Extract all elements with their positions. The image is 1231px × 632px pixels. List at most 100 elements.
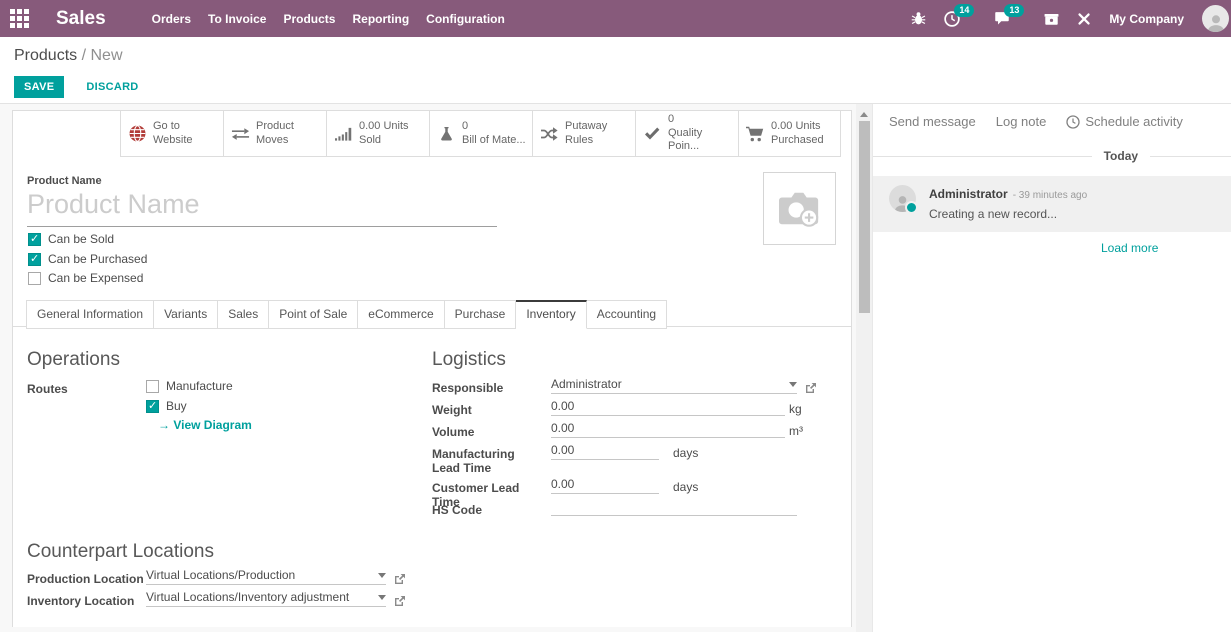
form-view-area: Go toWebsite ProductMoves 0.00 UnitsSold… [0,104,872,632]
company-switcher[interactable]: My Company [1109,12,1184,26]
message-author[interactable]: Administrator [929,187,1008,201]
responsible-select[interactable]: Administrator [551,377,797,394]
manufacturing-lead-time-input[interactable] [551,443,659,460]
checkbox-icon[interactable] [28,233,41,246]
menu-products[interactable]: Products [281,9,337,29]
can-be-expensed-checkbox[interactable]: Can be Expensed [28,271,143,285]
scrollbar-thumb[interactable] [859,121,870,313]
message-body: Creating a new record... [929,207,1087,221]
inventory-location-label: Inventory Location [27,594,145,608]
menu-to-invoice[interactable]: To Invoice [206,9,268,29]
load-more-link[interactable]: Load more [1101,241,1158,255]
user-avatar[interactable] [1202,5,1229,32]
menu-reporting[interactable]: Reporting [350,9,411,29]
bill-of-materials-button[interactable]: 0Bill of Mate... [429,111,532,157]
external-link-icon[interactable] [394,595,406,607]
units-purchased-button[interactable]: 0.00 UnitsPurchased [738,111,841,157]
hs-code-field [551,499,797,516]
messages-count-badge: 13 [1004,4,1024,17]
tab-ecommerce[interactable]: eCommerce [358,300,444,329]
manufacturing-lead-time-label: Manufacturing Lead Time [432,447,544,476]
breadcrumb: Products / New [14,47,123,65]
view-diagram-link[interactable]: View Diagram [158,418,252,432]
apps-menu-icon[interactable] [10,9,29,28]
messages-icon[interactable]: 13 [994,11,1010,26]
tab-point-of-sale[interactable]: Point of Sale [269,300,358,329]
flask-icon [436,126,456,141]
hs-code-input[interactable] [551,499,797,516]
product-name-input[interactable] [27,189,497,227]
tab-sales[interactable]: Sales [218,300,269,329]
send-message-button[interactable]: Send message [889,114,976,129]
external-link-icon[interactable] [394,573,406,585]
message-timestamp: - 39 minutes ago [1013,190,1088,201]
notebook-tabs: General Information Variants Sales Point… [26,300,667,329]
vertical-scrollbar[interactable] [856,104,872,632]
customer-lead-time-unit: days [673,480,698,494]
external-link-icon[interactable] [805,382,817,394]
app-name[interactable]: Sales [56,8,106,30]
customer-lead-time-input[interactable] [551,477,659,494]
tab-accounting[interactable]: Accounting [587,300,667,329]
date-divider: Today [873,149,1231,163]
putaway-rules-button[interactable]: PutawayRules [532,111,635,157]
tab-general-information[interactable]: General Information [26,300,154,329]
caret-down-icon [378,573,386,578]
logistics-title: Logistics [432,349,506,371]
production-location-field: Virtual Locations/Production [146,568,406,585]
weight-input[interactable] [551,399,785,416]
form-sheet: Go toWebsite ProductMoves 0.00 UnitsSold… [12,110,852,627]
checkbox-icon[interactable] [146,400,159,413]
responsible-field: Administrator [551,377,817,394]
checkbox-icon[interactable] [28,272,41,285]
routes-label: Routes [27,382,139,396]
product-moves-button[interactable]: ProductMoves [223,111,326,157]
tab-purchase[interactable]: Purchase [445,300,517,329]
tab-inventory[interactable]: Inventory [516,300,586,329]
tab-variants[interactable]: Variants [154,300,218,329]
menu-orders[interactable]: Orders [150,9,193,29]
save-button[interactable]: SAVE [14,76,64,98]
product-image-upload[interactable] [763,172,836,245]
hs-code-label: HS Code [432,503,544,517]
scrollbar-up-arrow[interactable] [860,112,868,117]
activities-icon[interactable]: 14 [944,11,960,27]
production-location-select[interactable]: Virtual Locations/Production [146,568,386,585]
navbar-systray: 14 13 My Company [911,5,1231,32]
online-status-dot [905,201,918,214]
can-be-purchased-checkbox[interactable]: Can be Purchased [28,252,147,266]
exchange-icon [230,127,250,141]
volume-label: Volume [432,425,544,439]
breadcrumb-new: New [91,47,123,64]
gift-icon[interactable] [1044,11,1059,26]
responsible-label: Responsible [432,381,544,395]
inventory-location-field: Virtual Locations/Inventory adjustment [146,590,406,607]
bug-icon[interactable] [911,11,926,26]
go-to-website-button[interactable]: Go toWebsite [120,111,223,157]
date-divider-label: Today [1104,149,1138,163]
menu-configuration[interactable]: Configuration [424,9,507,29]
breadcrumb-products[interactable]: Products [14,47,77,64]
weight-unit: kg [789,402,802,416]
schedule-activity-button[interactable]: Schedule activity [1066,114,1183,129]
main-menu: Orders To Invoice Products Reporting Con… [150,9,507,29]
quality-points-button[interactable]: 0Quality Poin... [635,111,738,157]
cross-tools-icon[interactable] [1077,12,1091,26]
chatter-message: Administrator - 39 minutes ago Creating a… [873,176,1231,232]
clock-icon [1066,115,1080,129]
route-manufacture-checkbox[interactable]: Manufacture [146,379,233,393]
check-icon [642,127,662,140]
checkbox-icon[interactable] [146,380,159,393]
checkbox-icon[interactable] [28,253,41,266]
can-be-sold-checkbox[interactable]: Can be Sold [28,232,114,246]
route-buy-checkbox[interactable]: Buy [146,399,187,413]
stat-button-box: Go toWebsite ProductMoves 0.00 UnitsSold… [120,111,841,157]
volume-input[interactable] [551,421,785,438]
units-sold-button[interactable]: 0.00 UnitsSold [326,111,429,157]
production-location-label: Production Location [27,572,145,586]
inventory-location-select[interactable]: Virtual Locations/Inventory adjustment [146,590,386,607]
discard-button[interactable]: DISCARD [80,80,144,94]
message-avatar[interactable] [889,185,916,212]
log-note-button[interactable]: Log note [996,114,1047,129]
chatter-panel: Send message Log note Schedule activity … [872,104,1231,632]
